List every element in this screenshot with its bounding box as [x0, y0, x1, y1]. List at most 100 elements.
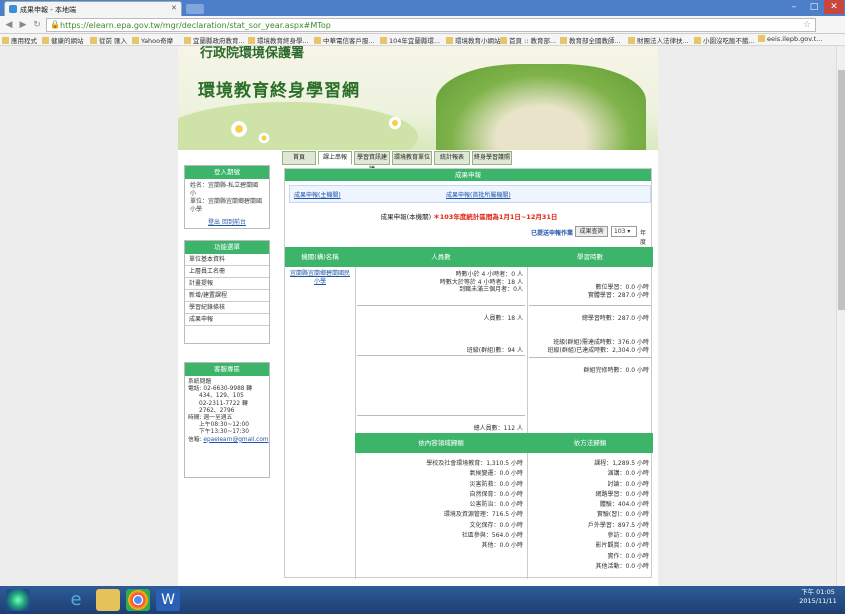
bookmark-icon	[446, 37, 453, 44]
flower-icon	[230, 120, 248, 138]
query-button[interactable]: 成果查詢	[575, 226, 608, 237]
back-icon[interactable]: ◀	[3, 19, 15, 31]
bookmark-icon	[758, 35, 765, 42]
sec-domains: 依內容領域歸類	[355, 433, 527, 453]
function-item[interactable]: 計畫提報	[185, 278, 269, 290]
start-button[interactable]	[6, 589, 30, 611]
domain-row: 文化保存：0.0 小時	[469, 521, 523, 529]
nav-tab[interactable]: 環境教育單位	[392, 151, 432, 165]
bookmarks-bar: 應用程式 健康的網站 從前 匯入 Yahoo奇摩 宜蘭縣政府教育... 環境教育終身學..…	[0, 34, 845, 46]
ie-icon[interactable]: e	[64, 589, 88, 611]
function-menu: 功能選單 單位基本資料 上層員工名冊 計畫提報 新增/建置課程 學習紀錄條核 成果申報	[184, 240, 270, 344]
main-heading: 成果申報	[285, 169, 651, 181]
login-line: 姓名：宜蘭縣-私立碧蘭國小	[190, 182, 259, 197]
report-title: 成果申報(本機關) ＊103年度統計區間為1月1日~12月31日	[285, 211, 653, 221]
bookmark-item[interactable]: eeis.ilepb.gov.t...	[758, 35, 822, 43]
people-all: 總人員數：112 人	[473, 425, 523, 432]
domain-row: 社區參與：564.0 小時	[461, 532, 523, 540]
agency-name: 行政院環境保護署	[200, 46, 305, 61]
bookmark-item[interactable]: 財團法人法律扶...	[628, 35, 689, 45]
function-item[interactable]: 學習紀錄條核	[185, 302, 269, 314]
function-item[interactable]: 新增/建置課程	[185, 290, 269, 302]
taskbar: e W	[0, 586, 845, 614]
function-item[interactable]: 單位基本資料	[185, 254, 269, 266]
logout-link[interactable]: 登出 回到前台	[185, 217, 269, 230]
nav-tab[interactable]: 終身學習護照	[472, 151, 512, 165]
flower-icon	[258, 132, 270, 144]
bookmark-icon	[380, 37, 387, 44]
bookmark-label: 小園沒吃飯不餓...	[703, 37, 755, 45]
method-row: 實驗(習)：0.0 小時	[596, 511, 649, 519]
chrome-icon[interactable]	[126, 589, 150, 611]
close-tab-icon[interactable]: ✕	[171, 4, 177, 12]
bookmark-icon	[628, 37, 635, 44]
toolbar: ◀ ▶ ↻ 🔒 https://elearn.epa.gov.tw/mgr/de…	[0, 16, 845, 46]
bookmark-item[interactable]: 首頁 :: 教育部...	[500, 35, 556, 45]
col-hours: 學習時數	[527, 247, 653, 267]
site-title: 環境教育終身學習網	[198, 81, 360, 101]
reload-icon[interactable]: ↻	[31, 19, 43, 31]
nav-tab[interactable]: 首頁	[282, 151, 316, 165]
divider	[527, 267, 528, 579]
bookmark-label: 首頁 :: 教育部...	[509, 37, 557, 45]
login-line: 小學	[190, 206, 203, 213]
function-item[interactable]: 成果申報	[185, 314, 269, 326]
word-icon[interactable]: W	[156, 589, 180, 611]
year-select[interactable]: 103 ▾	[611, 226, 637, 237]
favicon-icon	[9, 5, 17, 13]
hours-total: 總學習時數：287.0 小時	[581, 315, 649, 322]
bookmark-star-icon[interactable]: ☆	[803, 20, 811, 30]
divider	[357, 305, 525, 306]
domain-row: 其他：0.0 小時	[481, 542, 523, 550]
col-org: 機關(構)名稱	[285, 247, 355, 267]
bookmark-item[interactable]: 宜蘭縣政府教育...	[184, 35, 245, 45]
new-tab-button[interactable]	[186, 4, 204, 14]
scrollbar-thumb[interactable]	[838, 70, 845, 310]
function-item[interactable]: 上層員工名冊	[185, 266, 269, 278]
org-name-link[interactable]: 宜蘭縣宜蘭鄉碧蘭國民小學	[288, 270, 352, 285]
forward-icon[interactable]: ▶	[17, 19, 29, 31]
maximize-icon[interactable]: □	[804, 0, 824, 14]
sec-methods: 依方法歸類	[527, 433, 653, 453]
scrollbar[interactable]	[836, 46, 845, 586]
nav-tab[interactable]: 學習資訊建議	[354, 151, 390, 173]
bookmark-item[interactable]: 應用程式	[2, 35, 37, 45]
people-line: 到職未滿三個月者：0人	[459, 286, 523, 293]
nav-tab[interactable]: 課上串報	[318, 151, 352, 165]
method-row: 演講：0.0 小時	[607, 470, 649, 478]
bookmark-icon	[314, 37, 321, 44]
bookmark-item[interactable]: 104年宜蘭縣環...	[380, 35, 440, 45]
bookmark-item[interactable]: 環境教育小網站	[446, 35, 501, 45]
bookmark-item[interactable]: 從前 匯入	[90, 35, 127, 45]
sub-nav: 成果申報(主機關) 成果申報(首批所屬機關)	[289, 185, 651, 203]
nav-tab[interactable]: 統計報表	[434, 151, 470, 165]
divider	[357, 415, 525, 416]
hours-class: 班級(群組)需達成時數：376.0 小時 班級(群組)已達成時數：2,304.0…	[548, 339, 650, 354]
sublink-main[interactable]: 成果申報(主機關)	[294, 190, 341, 199]
minimize-icon[interactable]: –	[784, 0, 804, 14]
explorer-icon[interactable]	[96, 589, 120, 611]
bookmark-item[interactable]: 教育部全國教師...	[560, 35, 621, 45]
report-title-main: 成果申報(本機關)	[380, 213, 432, 221]
bookmark-icon	[694, 37, 701, 44]
sublink-sub[interactable]: 成果申報(首批所屬機關)	[446, 190, 511, 199]
domain-row: 自然保育：0.0 小時	[469, 490, 523, 498]
bookmark-item[interactable]: 健康的網站	[42, 35, 84, 45]
divider	[357, 355, 525, 356]
bookmark-icon	[248, 37, 255, 44]
bookmark-icon	[132, 37, 139, 44]
banner-book-illustration	[436, 64, 646, 150]
bookmark-item[interactable]: Yahoo奇摩	[132, 35, 173, 45]
method-row: 討論：0.0 小時	[607, 480, 649, 488]
close-window-icon[interactable]: ✕	[824, 0, 844, 14]
bookmark-item[interactable]: 中華電信客戶服...	[314, 35, 375, 45]
bookmark-item[interactable]: 環境教育終身學...	[248, 35, 309, 45]
bookmark-item[interactable]: 小園沒吃飯不餓...	[694, 35, 755, 45]
method-row: 課程：1,289.5 小時	[594, 460, 649, 467]
service-email-link[interactable]: epaelearn@gmail.com	[203, 437, 268, 443]
bookmark-icon	[560, 37, 567, 44]
col-people: 人員數	[355, 247, 527, 267]
address-bar[interactable]: 🔒 https://elearn.epa.gov.tw/mgr/declarat…	[46, 18, 816, 32]
browser-tab[interactable]: 成果申報 - 本地端 ✕	[4, 1, 182, 16]
bookmark-icon	[184, 37, 191, 44]
